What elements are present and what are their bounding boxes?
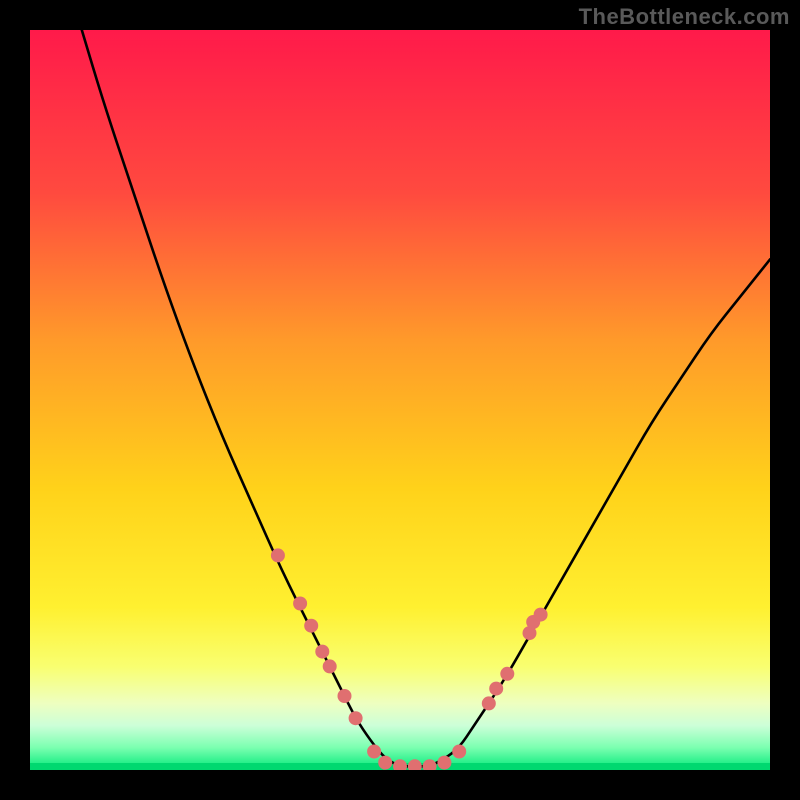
reference-point bbox=[271, 548, 285, 562]
reference-point bbox=[452, 745, 466, 759]
reference-point bbox=[315, 645, 329, 659]
reference-point bbox=[500, 667, 514, 681]
reference-point bbox=[367, 745, 381, 759]
reference-point bbox=[489, 682, 503, 696]
reference-point bbox=[437, 756, 451, 770]
reference-point bbox=[304, 619, 318, 633]
reference-point bbox=[534, 608, 548, 622]
gradient-background bbox=[30, 30, 770, 770]
reference-point bbox=[323, 659, 337, 673]
watermark-text: TheBottleneck.com bbox=[579, 4, 790, 30]
reference-point bbox=[482, 696, 496, 710]
reference-point bbox=[293, 597, 307, 611]
reference-point bbox=[378, 756, 392, 770]
reference-point bbox=[338, 689, 352, 703]
bottleneck-chart bbox=[30, 30, 770, 770]
reference-point bbox=[349, 711, 363, 725]
chart-frame: TheBottleneck.com bbox=[0, 0, 800, 800]
